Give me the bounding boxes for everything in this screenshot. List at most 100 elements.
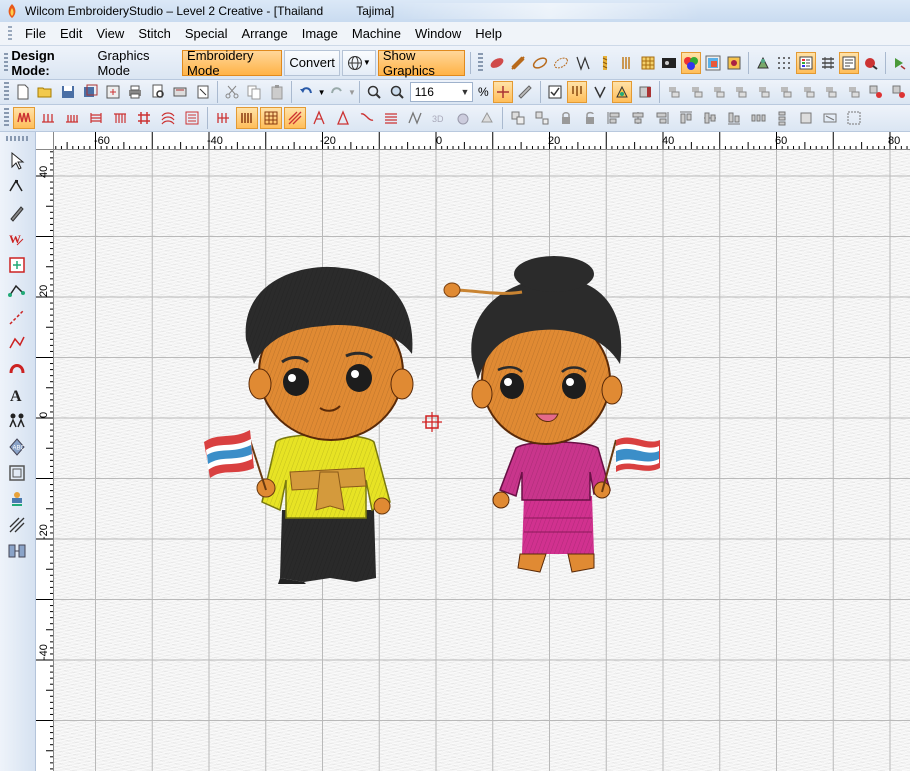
node-edit-icon[interactable] [4, 278, 30, 304]
show-needle-points-icon[interactable] [567, 81, 588, 103]
distribute-horizontal-icon[interactable] [799, 81, 819, 103]
contour-stitch-icon[interactable] [308, 107, 330, 129]
align-top-icon[interactable] [731, 81, 751, 103]
fill-line-icon[interactable] [4, 512, 30, 538]
undo-icon[interactable] [296, 81, 316, 103]
florentine-effect-icon[interactable] [212, 107, 234, 129]
menu-stitch[interactable]: Stitch [131, 24, 178, 43]
arrange-left-icon[interactable] [603, 107, 625, 129]
arrange-top-icon[interactable] [675, 107, 697, 129]
save-icon[interactable] [58, 81, 78, 103]
outline-tatami-icon[interactable] [552, 52, 572, 74]
same-size-icon[interactable] [844, 81, 864, 103]
stitch-edit-icon[interactable] [4, 252, 30, 278]
stitch-type-icon[interactable] [724, 52, 744, 74]
print-preview-icon[interactable] [147, 81, 167, 103]
arrange-center-icon[interactable] [627, 107, 649, 129]
align-right-icon[interactable] [709, 81, 729, 103]
color-blending-icon[interactable] [703, 52, 723, 74]
show-bitmap-icon[interactable] [634, 81, 654, 103]
run-line-icon[interactable] [4, 304, 30, 330]
run-stitch-icon[interactable] [573, 52, 593, 74]
lock-icon[interactable] [555, 107, 577, 129]
measure-icon[interactable] [515, 81, 535, 103]
object-properties-icon[interactable] [839, 51, 859, 74]
horizontal-ruler[interactable]: -60 -40 -20 0 20 40 60 80 [54, 132, 910, 150]
export-machine-file-icon[interactable] [192, 81, 212, 103]
graphics-mode-button[interactable]: Graphics Mode [92, 48, 180, 78]
select-arrow-icon[interactable] [4, 148, 30, 174]
column-stitch-icon[interactable] [595, 52, 615, 74]
applique-icon[interactable] [4, 460, 30, 486]
align-center-icon[interactable] [686, 81, 706, 103]
underlay-icon[interactable] [476, 107, 498, 129]
sequence-list-icon[interactable] [818, 52, 838, 74]
show-functions-icon[interactable] [611, 81, 633, 103]
arc-icon[interactable] [4, 356, 30, 382]
align-bottom-icon[interactable] [776, 81, 796, 103]
show-graphics-button[interactable]: Show Graphics [377, 48, 466, 78]
color-wheel-icon[interactable] [681, 51, 701, 74]
team-names-icon[interactable] [4, 408, 30, 434]
toolbar-grip[interactable] [4, 82, 9, 102]
checkbox-icon[interactable] [545, 81, 565, 103]
zoom-value[interactable]: 116 [415, 85, 458, 99]
redo-icon[interactable] [326, 81, 346, 103]
globe-dropdown-button[interactable]: ▼ [341, 49, 376, 76]
toolbar-grip[interactable] [478, 52, 483, 73]
space-vertically-icon[interactable] [771, 107, 793, 129]
auto-spacing-icon[interactable] [236, 107, 258, 129]
motif-fill-icon[interactable] [181, 107, 203, 129]
ladder-stitch-icon[interactable] [85, 107, 107, 129]
tatami-stitch-icon[interactable] [508, 52, 528, 74]
stitch-angles-icon[interactable] [284, 107, 306, 129]
column-b-icon[interactable] [616, 52, 636, 74]
menubar-grip[interactable] [8, 25, 12, 42]
toolbar-grip[interactable] [6, 136, 29, 141]
toolbar-grip[interactable] [4, 52, 9, 73]
embroidery-design[interactable] [54, 150, 910, 771]
ruler-corner[interactable] [36, 132, 54, 150]
group-icon[interactable] [507, 107, 529, 129]
auto-fabric-icon[interactable] [753, 52, 773, 74]
menu-machine[interactable]: Machine [345, 24, 408, 43]
menu-file[interactable]: File [18, 24, 53, 43]
unlock-icon[interactable] [579, 107, 601, 129]
zoom-box-icon[interactable] [364, 81, 384, 103]
new-file-icon[interactable] [13, 81, 33, 103]
space-evenly-icon[interactable] [747, 107, 769, 129]
reshape-icon[interactable] [4, 174, 30, 200]
grid-dots-icon[interactable] [775, 52, 795, 74]
transform-icon[interactable] [843, 107, 865, 129]
hoop-icon[interactable] [861, 52, 881, 74]
color-object-icon[interactable] [866, 81, 886, 103]
open-folder-icon[interactable] [35, 81, 55, 103]
fill-lines-icon[interactable] [380, 107, 402, 129]
save-as-icon[interactable] [80, 81, 100, 103]
chevron-down-icon[interactable]: ▼ [458, 87, 472, 97]
photo-stitch-icon[interactable] [660, 52, 680, 74]
copy-icon[interactable] [244, 81, 264, 103]
3d-view-icon[interactable]: 3D [428, 107, 450, 129]
menu-help[interactable]: Help [468, 24, 509, 43]
convert-button[interactable]: Convert [284, 49, 340, 76]
e-stitch-icon[interactable] [37, 107, 59, 129]
fit-page-icon[interactable] [819, 107, 841, 129]
cross-stitch-icon[interactable] [133, 107, 155, 129]
redo-dropdown-icon[interactable]: ▼ [348, 88, 356, 97]
monogram-icon[interactable]: W [4, 226, 30, 252]
menu-window[interactable]: Window [408, 24, 468, 43]
blanket-stitch-icon[interactable] [61, 107, 83, 129]
arrange-bottom-icon[interactable] [723, 107, 745, 129]
print-icon[interactable] [125, 81, 145, 103]
align-middle-icon[interactable] [754, 81, 774, 103]
complex-fill-icon[interactable] [638, 52, 658, 74]
align-left-icon[interactable] [664, 81, 684, 103]
stitch-player-icon[interactable] [4, 538, 30, 564]
menu-edit[interactable]: Edit [53, 24, 89, 43]
toolbar-grip[interactable] [4, 108, 9, 128]
arrange-middle-icon[interactable] [699, 107, 721, 129]
input-line-icon[interactable] [4, 330, 30, 356]
raised-satin-icon[interactable] [332, 107, 354, 129]
menu-image[interactable]: Image [295, 24, 345, 43]
